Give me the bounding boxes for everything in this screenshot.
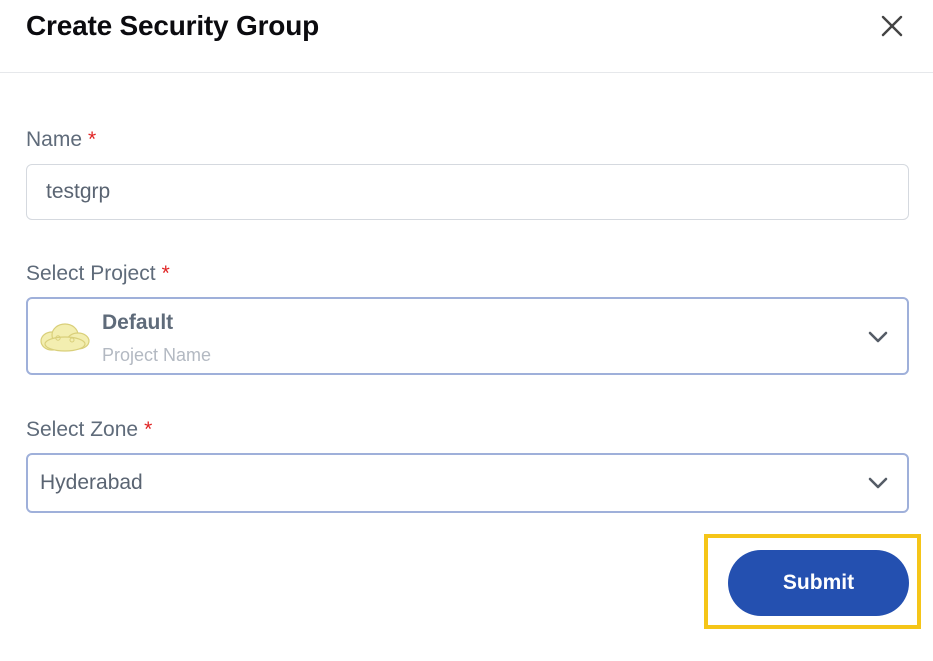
project-label-text: Select Project: [26, 262, 156, 285]
project-selected-subtext: Project Name: [102, 345, 212, 365]
submit-button[interactable]: Submit: [728, 550, 909, 616]
zone-required-mark: *: [144, 418, 153, 441]
project-selected-name: Default: [102, 311, 174, 334]
name-required-mark: *: [88, 128, 97, 151]
create-security-group-dialog: Create Security Group Name* Select Proje…: [0, 0, 933, 661]
dialog-title: Create Security Group: [26, 10, 319, 41]
chevron-down-icon: [868, 477, 888, 489]
close-icon: [881, 15, 903, 37]
zone-label-text: Select Zone: [26, 418, 139, 441]
chevron-down-icon: [868, 331, 888, 343]
project-required-mark: *: [161, 262, 170, 285]
zone-label: Select Zone *: [26, 416, 152, 444]
close-button[interactable]: [874, 8, 910, 44]
name-input[interactable]: [26, 164, 909, 220]
project-select[interactable]: Default Project Name: [26, 297, 909, 375]
project-label: Select Project *: [26, 260, 170, 288]
dialog-header: Create Security Group: [0, 0, 933, 73]
zone-select[interactable]: Hyderabad: [26, 453, 909, 513]
zone-selected-value: Hyderabad: [40, 471, 143, 494]
name-label-text: Name: [26, 128, 83, 151]
cloud-icon: [40, 323, 90, 352]
name-label: Name *: [26, 126, 96, 154]
